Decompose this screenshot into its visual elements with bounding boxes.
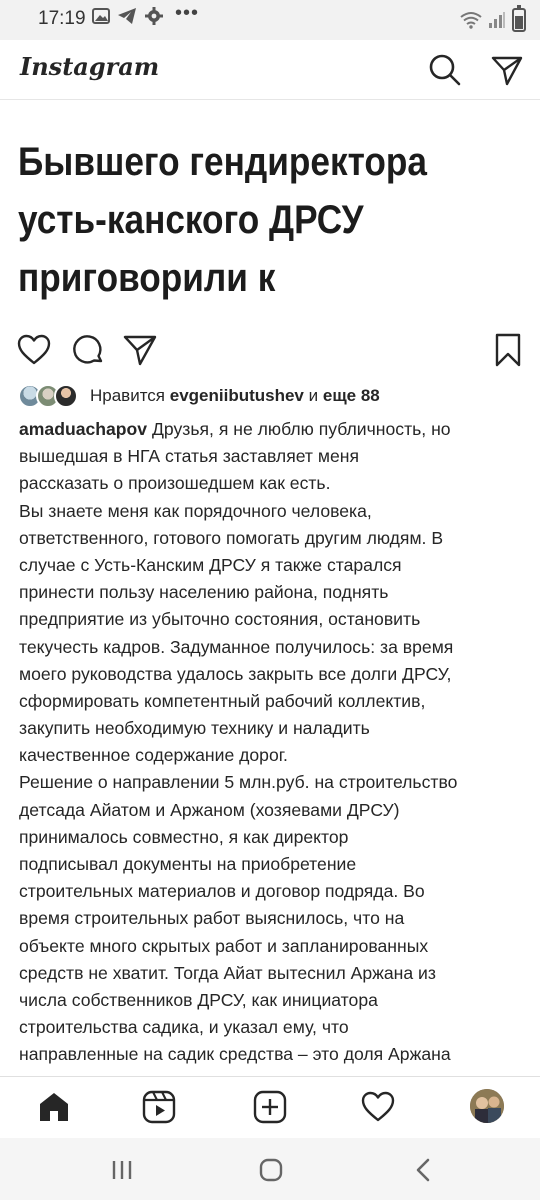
system-nav-bar (0, 1138, 540, 1200)
profile-avatar-image (470, 1089, 504, 1123)
likes-connector: и (308, 386, 319, 405)
caption-line: направленные на садик средства – это дол… (19, 1044, 451, 1065)
caption-line: Решение о направлении 5 млн.руб. на стро… (19, 772, 458, 793)
caption-line: случае с Усть-Канским ДРСУ я также стара… (19, 554, 402, 575)
home-icon[interactable] (36, 1089, 72, 1125)
save-icon[interactable] (490, 332, 526, 368)
liker-avatars (18, 383, 84, 409)
battery-icon (512, 5, 526, 32)
caption-line: принести пользу населению района, поднят… (19, 582, 389, 603)
status-system-icons (460, 5, 526, 32)
caption-line: рассказать о произошедшем как есть. (19, 473, 331, 494)
caption-line: подписывал документы на приобретение (19, 854, 357, 874)
search-icon[interactable] (428, 53, 462, 87)
caption-text: Друзья, я не люблю публичность, но (147, 419, 451, 439)
headline-line: усть-канского ДРСУ (18, 198, 364, 242)
settings-icon (145, 7, 163, 25)
likes-row[interactable]: Нравится evgeniibutushev и еще 88 (18, 381, 380, 411)
back-button[interactable] (408, 1154, 440, 1186)
caption-line: качественное содержание дорог. (19, 745, 288, 766)
image-bottom-edge (0, 318, 540, 324)
post-action-bar (0, 328, 540, 374)
instagram-logo: Instagram (20, 52, 160, 81)
new-post-icon[interactable] (252, 1089, 288, 1125)
signal-icon (489, 12, 505, 28)
home-button[interactable] (255, 1154, 287, 1186)
caption-line: строительных материалов и договор подряд… (19, 881, 425, 902)
caption-line: вышедшая в НГА статья заставляет меня (19, 446, 359, 467)
wifi-icon (460, 12, 482, 29)
caption-line: строительства садика, и указал ему, что (19, 1017, 349, 1038)
caption-line: моего руководства удалось закрыть все до… (19, 663, 452, 684)
bottom-nav (0, 1076, 540, 1138)
likes-user[interactable]: evgeniibutushev (170, 386, 304, 405)
post-caption: amaduachapov Друзья, я не люблю публично… (19, 416, 527, 1096)
telegram-icon (118, 8, 136, 24)
recents-button[interactable] (106, 1154, 138, 1186)
caption-line: текучесть кадров. Задуманное получилось:… (19, 636, 454, 657)
direct-message-icon[interactable] (490, 53, 524, 87)
likes-prefix: Нравится (90, 386, 166, 405)
caption-line: принималось совместно, я как директор (19, 826, 349, 847)
likes-others[interactable]: еще 88 (323, 386, 380, 405)
reels-icon[interactable] (141, 1089, 177, 1125)
caption-line: сформировать компетентный рабочий коллек… (19, 690, 426, 711)
activity-icon[interactable] (360, 1089, 396, 1125)
headline-line: приговорили к (18, 256, 276, 300)
status-overflow-dots: ••• (175, 2, 200, 24)
app-header: Instagram (0, 40, 540, 100)
comment-icon[interactable] (70, 332, 106, 368)
caption-username[interactable]: amaduachapov (19, 419, 147, 439)
avatar (54, 384, 78, 408)
caption-line: время строительных работ выяснилось, что… (19, 908, 405, 929)
caption-line: закупить необходимую технику и наладить (19, 718, 370, 739)
caption-line: ответственного, готового помогать другим… (19, 527, 444, 548)
caption-line: Вы знаете меня как порядочного человека, (19, 500, 372, 521)
caption-line: числа собственников ДРСУ, как инициатора (19, 989, 378, 1010)
status-time: 17:19 (38, 8, 86, 29)
post-image-headline: Бывшего гендиректора усть-канского ДРСУ … (18, 133, 479, 319)
share-icon[interactable] (122, 332, 158, 368)
headline-line: Бывшего гендиректора (18, 140, 427, 184)
status-bar: 17:19 ••• (0, 0, 540, 40)
caption-line: предприятие из убыточно состояния, остан… (19, 609, 421, 630)
caption-line: средств не хватит. Тогда Айат вытеснил А… (19, 962, 436, 983)
caption-line: детсада Айатом и Аржаном (хозяевами ДРСУ… (19, 799, 400, 820)
like-icon[interactable] (16, 332, 52, 368)
profile-avatar[interactable] (470, 1089, 504, 1123)
gallery-icon (92, 8, 110, 24)
likes-text: Нравится evgeniibutushev и еще 88 (90, 386, 380, 406)
status-notification-icons (92, 6, 164, 26)
post-image[interactable]: Бывшего гендиректора усть-канского ДРСУ … (0, 101, 540, 319)
caption-line: объекте много скрытых работ и запланиров… (19, 935, 429, 956)
caption-line: amaduachapov Друзья, я не люблю публично… (19, 416, 527, 443)
